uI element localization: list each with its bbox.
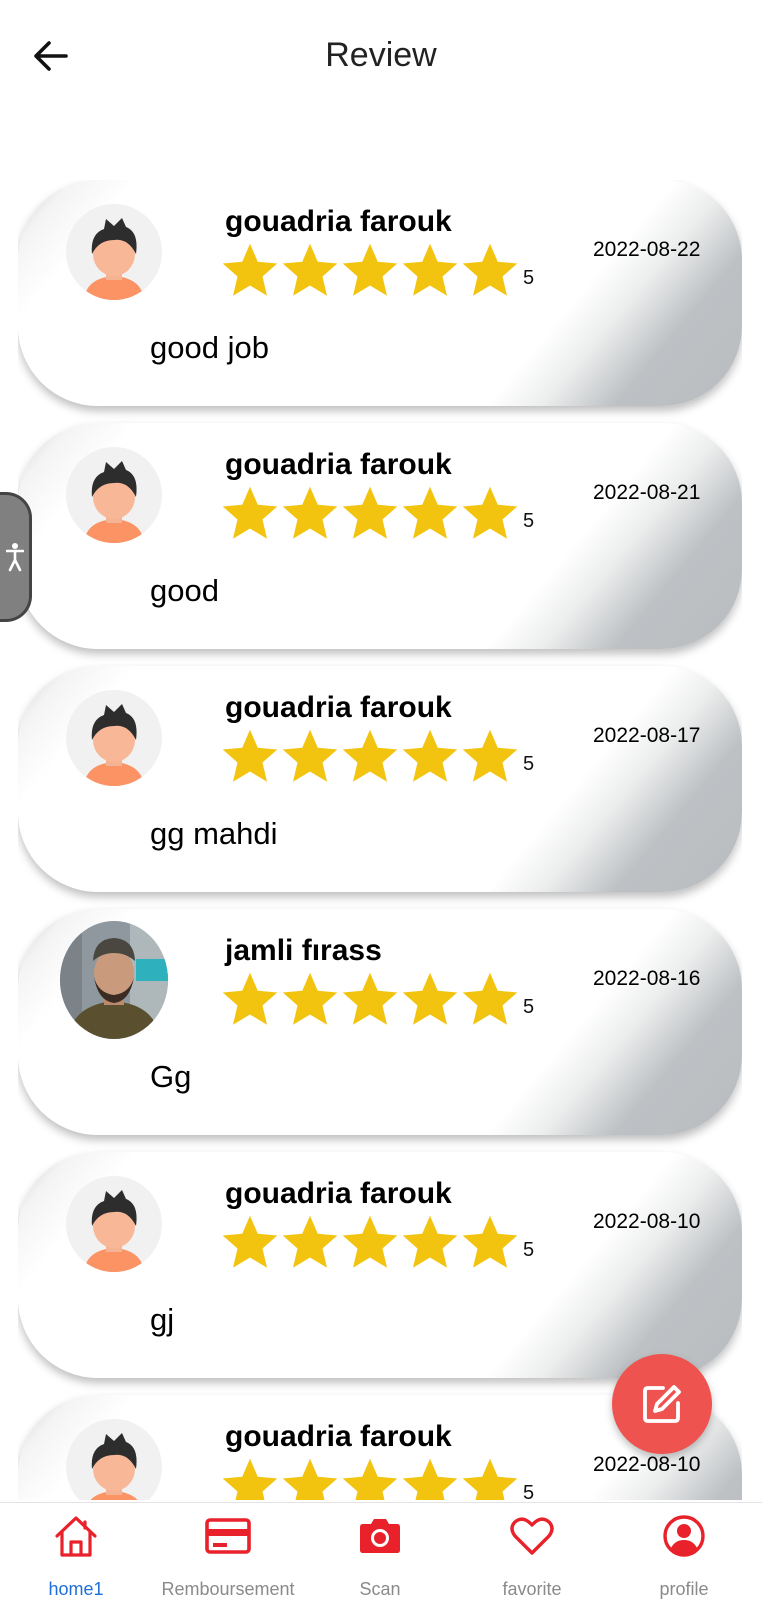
- accessibility-icon: [5, 543, 24, 572]
- star-rating: 5: [220, 1212, 534, 1272]
- rating-value: 5: [523, 510, 535, 532]
- nav-label: Scan: [359, 1579, 401, 1599]
- star-icon: [282, 486, 338, 539]
- default-avatar: [66, 204, 162, 300]
- user-photo-avatar: [60, 921, 168, 1039]
- star-icon: [342, 1458, 398, 1500]
- star-icon: [222, 729, 278, 782]
- rating-value: 5: [523, 267, 535, 289]
- nav-label: Remboursement: [161, 1579, 295, 1599]
- person-icon: [84, 461, 144, 543]
- nav-item-profile[interactable]: profile: [608, 1503, 760, 1600]
- review-comment: good: [150, 573, 219, 608]
- review-card: gouadria farouk 5 2022-08-17 gg mahdi: [18, 666, 742, 892]
- star-icon: [222, 1215, 278, 1268]
- nav-item-home[interactable]: home1: [0, 1503, 152, 1600]
- star-rating: 5: [220, 240, 534, 300]
- star-icon: [402, 729, 458, 782]
- app-header: Review: [0, 0, 762, 115]
- star-icon: [222, 972, 278, 1025]
- reviewer-name: gouadria farouk: [225, 205, 452, 238]
- review-comment: gj: [150, 1302, 175, 1337]
- review-date: 2022-08-10: [593, 1210, 701, 1233]
- reviewer-name: gouadria farouk: [225, 1177, 452, 1210]
- review-comment: Gg: [150, 1059, 192, 1094]
- star-icon: [402, 1458, 458, 1500]
- star-rating: 5: [220, 726, 534, 786]
- rating-value: 5: [523, 753, 535, 775]
- star-icon: [282, 972, 338, 1025]
- star-icon: [282, 1215, 338, 1268]
- nav-label: favorite: [502, 1579, 562, 1599]
- star-icon: [342, 1215, 398, 1268]
- star-icon: [402, 486, 458, 539]
- home-icon: [51, 1511, 101, 1561]
- person-icon: [90, 1433, 138, 1500]
- reviewer-name: gouadria farouk: [225, 1420, 452, 1453]
- user-photo: [60, 921, 168, 1039]
- review-date: 2022-08-16: [593, 967, 701, 990]
- default-avatar: [66, 1176, 162, 1272]
- star-icon: [222, 1458, 278, 1500]
- review-date: 2022-08-17: [593, 724, 701, 747]
- star-icon: [222, 243, 278, 296]
- star-rating: 5: [220, 969, 534, 1029]
- heart-icon: [507, 1511, 557, 1561]
- star-icon: [462, 243, 518, 296]
- person-icon: [84, 218, 144, 300]
- review-date: 2022-08-22: [593, 238, 701, 261]
- bottom-navigation: home1 Remboursement Scan favorite profil…: [0, 1502, 762, 1600]
- edit-icon: [643, 1385, 681, 1423]
- write-review-button[interactable]: [612, 1354, 712, 1454]
- star-icon: [402, 1215, 458, 1268]
- star-icon: [342, 972, 398, 1025]
- star-icon: [462, 972, 518, 1025]
- reviewer-name: jamli fırass: [225, 934, 382, 967]
- star-icon: [402, 972, 458, 1025]
- review-comment: gg mahdi: [150, 816, 278, 851]
- person-icon: [84, 1190, 144, 1272]
- nav-label: profile: [659, 1579, 709, 1599]
- rating-value: 5: [523, 1482, 535, 1500]
- nav-item-favorite[interactable]: favorite: [456, 1503, 608, 1600]
- star-icon: [462, 486, 518, 539]
- star-icon: [462, 1215, 518, 1268]
- star-rating: 5: [220, 483, 534, 543]
- accessibility-button[interactable]: [0, 492, 32, 622]
- star-icon: [462, 729, 518, 782]
- star-icon: [342, 243, 398, 296]
- rating-value: 5: [523, 996, 535, 1018]
- nav-item-scan[interactable]: Scan: [304, 1503, 456, 1600]
- star-icon: [462, 1458, 518, 1500]
- rating-value: 5: [523, 1239, 535, 1261]
- review-card: jamli fırass 5 2022-08-16 Gg: [18, 909, 742, 1135]
- page-title: Review: [325, 36, 437, 74]
- star-icon: [342, 729, 398, 782]
- default-avatar: [66, 1419, 162, 1500]
- profile-icon: [659, 1511, 709, 1561]
- review-date: 2022-08-10: [593, 1453, 701, 1476]
- reviewer-name: gouadria farouk: [225, 691, 452, 724]
- person-icon: [84, 704, 144, 786]
- reviewer-name: gouadria farouk: [225, 448, 452, 481]
- camera-icon: [355, 1511, 405, 1561]
- star-icon: [222, 486, 278, 539]
- star-icon: [282, 243, 338, 296]
- card-icon: [203, 1511, 253, 1561]
- star-rating: 5: [220, 1455, 534, 1500]
- review-list[interactable]: gouadria farouk 5 2022-08-22 good job go…: [18, 180, 742, 1500]
- star-icon: [402, 243, 458, 296]
- star-icon: [282, 729, 338, 782]
- review-comment: good job: [150, 330, 269, 365]
- default-avatar: [66, 447, 162, 543]
- default-avatar: [66, 690, 162, 786]
- nav-label: home1: [48, 1579, 104, 1599]
- review-card: gouadria farouk 5 2022-08-22 good job: [18, 180, 742, 406]
- review-card: gouadria farouk 5 2022-08-10 gj: [18, 1152, 742, 1378]
- star-icon: [282, 1458, 338, 1500]
- review-card: gouadria farouk 5 2022-08-21 good: [18, 423, 742, 649]
- nav-item-remboursement[interactable]: Remboursement: [152, 1503, 304, 1600]
- review-date: 2022-08-21: [593, 481, 701, 504]
- star-icon: [342, 486, 398, 539]
